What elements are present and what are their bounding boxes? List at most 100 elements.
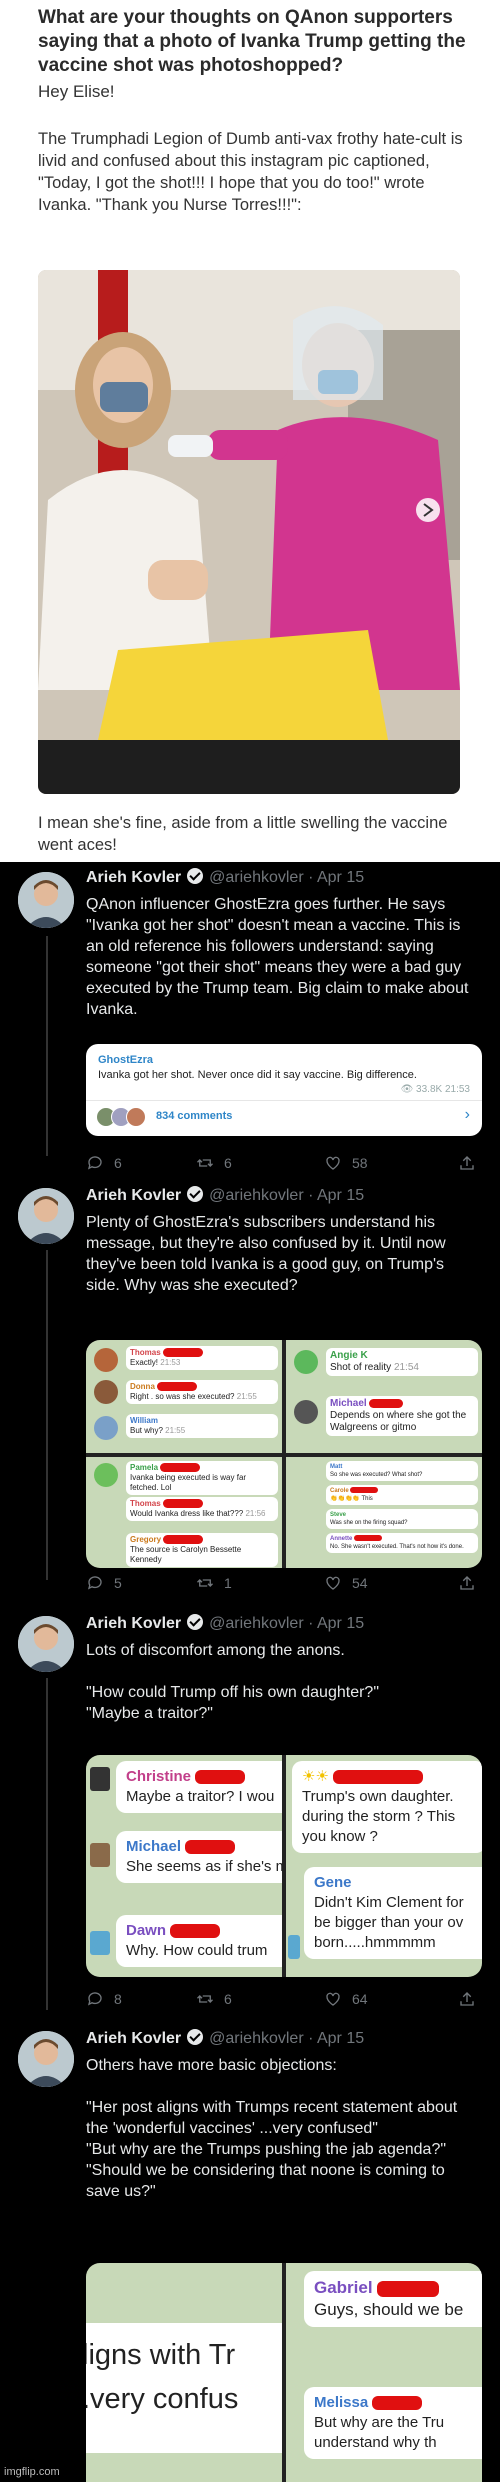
telegram-post-card[interactable]: GhostEzra Ivanka got her shot. Never onc… — [86, 1044, 482, 1136]
reply-count: 6 — [114, 1155, 122, 1171]
avatar — [94, 1380, 118, 1404]
reply-button[interactable]: 5 — [86, 1574, 122, 1592]
like-button[interactable]: 54 — [324, 1574, 368, 1592]
reply-button[interactable]: 8 — [86, 1990, 122, 2008]
tweet-actions: 6 6 58 — [86, 1154, 486, 1176]
author-handle[interactable]: @ariehkovler · Apr 15 — [209, 1615, 364, 1632]
chat-message: Christine Maybe a traitor? I wou — [116, 1761, 282, 1813]
share-button[interactable] — [458, 1574, 476, 1592]
post-time: 21:53 — [444, 1084, 470, 1095]
avatar — [94, 1463, 118, 1487]
answer-post: What are your thoughts on QAnon supporte… — [0, 0, 500, 862]
like-button[interactable]: 64 — [324, 1990, 368, 2008]
tweet-actions: 5 1 54 — [86, 1574, 486, 1596]
heart-icon — [326, 1576, 340, 1590]
chat-panel-2: Angie K Shot of reality 21:54 Michael Dep… — [286, 1340, 482, 1453]
verified-badge-icon — [187, 868, 204, 884]
tweet-2[interactable]: Arieh Kovler @ariehkovler · Apr 15 Plenty… — [0, 1182, 500, 1602]
chat-panel-right: Gabriel Guys, should we be Melissa But w… — [286, 2263, 482, 2482]
chat-panel-1: Thomas Exactly! 21:53 Donna Right . so w… — [86, 1340, 282, 1453]
avatar[interactable] — [18, 1188, 74, 1244]
avatar — [294, 1350, 318, 1374]
avatar[interactable] — [18, 872, 74, 928]
reply-count: 5 — [114, 1575, 122, 1591]
chat-message: Michael She seems as if she's m we know … — [116, 1831, 282, 1883]
chat-screenshot-grid[interactable]: Thomas Exactly! 21:53 Donna Right . so w… — [86, 1340, 482, 1568]
card-divider — [86, 1100, 482, 1101]
avatar[interactable] — [18, 1616, 74, 1672]
channel-message: Ivanka got her shot. Never once did it s… — [98, 1069, 417, 1081]
retweet-button[interactable]: 1 — [196, 1574, 232, 1592]
chat-panel-4: Matt So she was executed? What shot? Caro… — [286, 1457, 482, 1568]
like-count: 58 — [352, 1155, 368, 1171]
share-button[interactable] — [458, 1990, 476, 2008]
author-name[interactable]: Arieh Kovler — [86, 1187, 181, 1204]
share-button[interactable] — [458, 1154, 476, 1172]
vaccine-photo[interactable] — [38, 270, 460, 794]
author-name[interactable]: Arieh Kovler — [86, 1615, 181, 1632]
reply-count: 8 — [114, 1991, 122, 2007]
retweet-count: 6 — [224, 1991, 232, 2007]
chat-message: Thomas Would Ivanka dress like that??? 2… — [126, 1497, 278, 1521]
reply-icon — [87, 1992, 102, 2006]
tweet-actions: 8 6 64 — [86, 1990, 486, 2012]
chat-message: Annette No. She wasn't executed. That's … — [326, 1533, 478, 1553]
chat-message: Melissa But why are the Tru understand w… — [304, 2387, 482, 2459]
author-name[interactable]: Arieh Kovler — [86, 2030, 181, 2047]
tweet-3[interactable]: Arieh Kovler @ariehkovler · Apr 15 Lots o… — [0, 1610, 500, 2020]
chat-message: Michael Depends on where she got the Wal… — [326, 1396, 478, 1436]
chat-message: Donna Right . so was she executed? 21:55 — [126, 1380, 278, 1404]
avatar[interactable] — [18, 2031, 74, 2087]
chat-screenshot-grid[interactable]: Christine Maybe a traitor? I wou Michael… — [86, 1755, 482, 1977]
retweet-button[interactable]: 6 — [196, 1154, 232, 1172]
retweet-button[interactable]: 6 — [196, 1990, 232, 2008]
thread-line — [46, 936, 48, 1156]
avatar — [94, 1348, 118, 1372]
share-icon — [460, 1992, 474, 2006]
heart-icon — [326, 1992, 340, 2006]
commenter-avatars — [96, 1107, 146, 1127]
heart-icon — [326, 1156, 340, 1170]
tweet-1[interactable]: Arieh Kovler @ariehkovler · Apr 15 QAnon … — [0, 862, 500, 1182]
answer-paragraph: The Trumphadi Legion of Dumb anti-vax fr… — [38, 130, 463, 214]
avatar — [294, 1400, 318, 1424]
author-name[interactable]: Arieh Kovler — [86, 869, 181, 886]
tweet-text: Others have more basic objections: "Her … — [86, 2057, 458, 2200]
like-button[interactable]: 58 — [324, 1154, 368, 1172]
retweet-count: 6 — [224, 1155, 232, 1171]
imgflip-watermark: imgflip.com — [4, 2466, 60, 2478]
post-meta: 👁 33.8K 21:53 — [401, 1084, 470, 1095]
eye-icon: 👁 — [400, 1084, 414, 1095]
avatar — [288, 1935, 300, 1959]
verified-badge-icon — [187, 1614, 204, 1630]
comments-link[interactable]: 834 comments — [156, 1110, 232, 1122]
chat-message: William But why? 21:55 — [126, 1414, 278, 1438]
verified-badge-icon — [187, 2029, 204, 2045]
chat-panel-3: Pamela Ivanka being executed is way far … — [86, 1457, 282, 1568]
photo-illustration — [38, 270, 460, 794]
retweet-icon — [197, 1159, 213, 1167]
reply-button[interactable]: 6 — [86, 1154, 122, 1172]
chat-message: Gregory The source is Carolyn Bessette K… — [126, 1533, 278, 1567]
tweet-header: Arieh Kovler @ariehkovler · Apr 15 — [86, 2029, 364, 2048]
author-handle[interactable]: @ariehkovler · Apr 15 — [209, 2030, 364, 2047]
share-icon — [460, 1576, 474, 1590]
retweet-icon — [197, 1995, 213, 2003]
emoji-icon: ☀☀ — [302, 1768, 329, 1785]
retweet-count: 1 — [224, 1575, 232, 1591]
chat-message: Dawn Why. How could trum — [116, 1915, 282, 1967]
tweet-4[interactable]: Arieh Kovler @ariehkovler · Apr 15 Others… — [0, 2025, 500, 2482]
reply-icon — [87, 1576, 102, 1590]
chat-message: Carole 👏👏👏👏 This — [326, 1485, 478, 1505]
tweet-text: Lots of discomfort among the anons. "How… — [86, 1642, 379, 1722]
author-handle[interactable]: @ariehkovler · Apr 15 — [209, 869, 364, 886]
chevron-right-icon[interactable]: › — [465, 1106, 470, 1124]
chat-screenshot-grid[interactable]: ligns with Tr .very confus Gabriel Guys,… — [86, 2263, 482, 2482]
chat-message: Thomas Exactly! 21:53 — [126, 1346, 278, 1370]
question-title: What are your thoughts on QAnon supporte… — [38, 7, 466, 76]
thread-line — [46, 1678, 48, 2010]
tweet-header: Arieh Kovler @ariehkovler · Apr 15 — [86, 868, 364, 887]
avatar — [90, 1843, 110, 1867]
author-handle[interactable]: @ariehkovler · Apr 15 — [209, 1187, 364, 1204]
chat-message-zoomed: ligns with Tr .very confus — [86, 2323, 282, 2453]
